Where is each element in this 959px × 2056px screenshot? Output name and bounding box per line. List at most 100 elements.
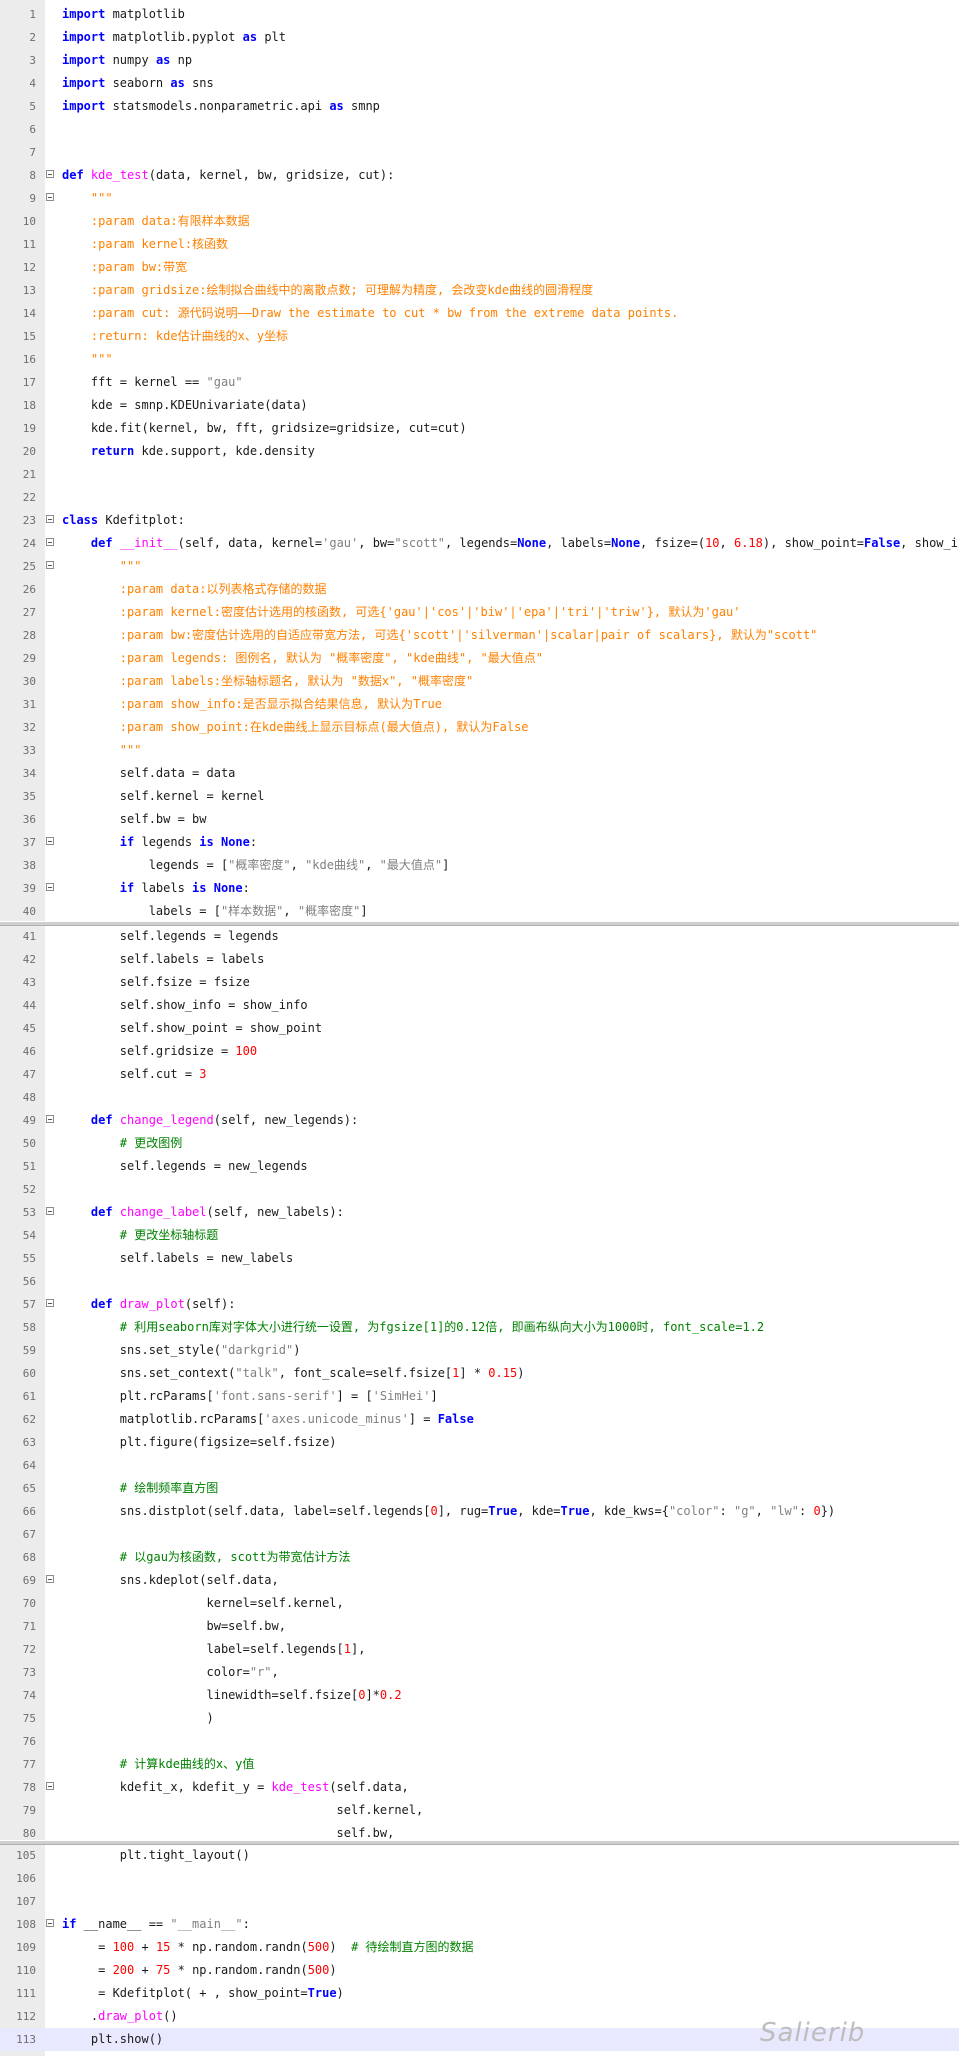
code-line[interactable]: 46 self.gridsize = 100 [0,1040,959,1063]
fold-toggle-icon[interactable] [46,837,54,845]
code-line[interactable]: 32 :param show_point:在kde曲线上显示目标点(最大值点),… [0,716,959,739]
code-line[interactable]: 61 plt.rcParams['font.sans-serif'] = ['S… [0,1385,959,1408]
code-line[interactable]: 40 labels = ["样本数据", "概率密度"] [0,900,959,923]
code-line[interactable]: 67 [0,1523,959,1546]
code-line[interactable]: 69 sns.kdeplot(self.data, [0,1569,959,1592]
code-line[interactable]: 35 self.kernel = kernel [0,785,959,808]
fold-toggle-icon[interactable] [46,515,54,523]
code-line[interactable]: 11 :param kernel:核函数 [0,233,959,256]
code-line[interactable]: 26 :param data:以列表格式存储的数据 [0,578,959,601]
code-line[interactable]: 55 self.labels = new_labels [0,1247,959,1270]
code-line[interactable]: 60 sns.set_context("talk", font_scale=se… [0,1362,959,1385]
code-line[interactable]: 62 matplotlib.rcParams['axes.unicode_min… [0,1408,959,1431]
code-line[interactable]: 21 [0,463,959,486]
code-line[interactable]: 9 """ [0,187,959,210]
code-line[interactable]: 47 self.cut = 3 [0,1063,959,1086]
code-line[interactable]: 29 :param legends: 图例名, 默认为 "概率密度", "kde… [0,647,959,670]
code-line[interactable]: 57 def draw_plot(self): [0,1293,959,1316]
code-line[interactable]: 16 """ [0,348,959,371]
fold-toggle-icon[interactable] [46,193,54,201]
code-line[interactable]: 45 self.show_point = show_point [0,1017,959,1040]
code-line[interactable]: 70 kernel=self.kernel, [0,1592,959,1615]
code-line[interactable]: 58 # 利用seaborn库对字体大小进行统一设置, 为fgsize[1]的0… [0,1316,959,1339]
code-line[interactable]: 34 self.data = data [0,762,959,785]
code-line[interactable]: 63 plt.figure(figsize=self.fsize) [0,1431,959,1454]
code-line[interactable]: 15 :return: kde估计曲线的x、y坐标 [0,325,959,348]
code-line[interactable]: 22 [0,486,959,509]
code-line[interactable]: 19 kde.fit(kernel, bw, fft, gridsize=gri… [0,417,959,440]
code-line[interactable]: 54 # 更改坐标轴标题 [0,1224,959,1247]
code-line[interactable]: 12 :param bw:带宽 [0,256,959,279]
code-line[interactable]: 10 :param data:有限样本数据 [0,210,959,233]
code-line[interactable]: 59 sns.set_style("darkgrid") [0,1339,959,1362]
code-line[interactable]: 3 import numpy as np [0,49,959,72]
code-line[interactable]: 105 plt.tight_layout() [0,1844,959,1867]
code-line[interactable]: 79 self.kernel, [0,1799,959,1822]
code-line[interactable]: 53 def change_label(self, new_labels): [0,1201,959,1224]
code-line[interactable]: 8 def kde_test(data, kernel, bw, gridsize… [0,164,959,187]
code-line[interactable]: 13 :param gridsize:绘制拟合曲线中的离散点数; 可理解为精度,… [0,279,959,302]
code-line[interactable]: 75 ) [0,1707,959,1730]
fold-toggle-icon[interactable] [46,1919,54,1927]
code-line[interactable]: 51 self.legends = new_legends [0,1155,959,1178]
fold-toggle-icon[interactable] [46,1299,54,1307]
code-line[interactable]: 77 # 计算kde曲线的x、y值 [0,1753,959,1776]
fold-toggle-icon[interactable] [46,883,54,891]
code-line[interactable]: 42 self.labels = labels [0,948,959,971]
code-line[interactable]: 74 linewidth=self.fsize[0]*0.2 [0,1684,959,1707]
code-line[interactable]: 72 label=self.legends[1], [0,1638,959,1661]
fold-toggle-icon[interactable] [46,538,54,546]
fold-toggle-icon[interactable] [46,561,54,569]
code-editor[interactable]: 1 import matplotlib 2 import matplotlib.pyp… [0,0,959,2056]
fold-toggle-icon[interactable] [46,1782,54,1790]
code-line[interactable]: 78 kdefit_x, kdefit_y = kde_test(self.da… [0,1776,959,1799]
code-area[interactable]: 1 import matplotlib 2 import matplotlib.pyp… [0,0,959,2056]
code-line[interactable]: 108 if __name__ == "__main__": [0,1913,959,1936]
code-line[interactable]: 25 """ [0,555,959,578]
code-line[interactable]: 56 [0,1270,959,1293]
code-line[interactable]: 73 color="r", [0,1661,959,1684]
code-line[interactable]: 64 [0,1454,959,1477]
code-line[interactable]: 28 :param bw:密度估计选用的自适应带宽方法, 可选{'scott'|… [0,624,959,647]
code-line[interactable]: 30 :param labels:坐标轴标题名, 默认为 "数据x", "概率密… [0,670,959,693]
code-line[interactable]: 6 [0,118,959,141]
code-line[interactable]: 68 # 以gau为核函数, scott为带宽估计方法 [0,1546,959,1569]
code-line[interactable]: 76 [0,1730,959,1753]
fold-toggle-icon[interactable] [46,1207,54,1215]
split-view-divider[interactable] [0,921,959,926]
code-line[interactable]: 27 :param kernel:密度估计选用的核函数, 可选{'gau'|'c… [0,601,959,624]
code-line[interactable]: 41 self.legends = legends [0,925,959,948]
code-line[interactable]: 111 = Kdefitplot( + , show_point=True) [0,1982,959,2005]
code-line[interactable]: 36 self.bw = bw [0,808,959,831]
code-line[interactable]: 24 def __init__(self, data, kernel='gau'… [0,532,959,555]
code-line[interactable]: 33 """ [0,739,959,762]
code-line[interactable]: 2 import matplotlib.pyplot as plt [0,26,959,49]
code-line[interactable]: 66 sns.distplot(self.data, label=self.le… [0,1500,959,1523]
code-line[interactable]: 4 import seaborn as sns [0,72,959,95]
fold-toggle-icon[interactable] [46,1575,54,1583]
code-line[interactable]: 20 return kde.support, kde.density [0,440,959,463]
code-line[interactable]: 5 import statsmodels.nonparametric.api as… [0,95,959,118]
code-line[interactable]: 14 :param cut: 源代码说明——Draw the estimate … [0,302,959,325]
code-line[interactable]: 17 fft = kernel == "gau" [0,371,959,394]
fold-toggle-icon[interactable] [46,1115,54,1123]
split-view-divider[interactable] [0,1840,959,1845]
code-line[interactable]: 7 [0,141,959,164]
code-line[interactable]: 23 class Kdefitplot: [0,509,959,532]
code-line[interactable]: 31 :param show_info:是否显示拟合结果信息, 默认为True [0,693,959,716]
code-line[interactable]: 39 if labels is None: [0,877,959,900]
code-line[interactable]: 71 bw=self.bw, [0,1615,959,1638]
code-line[interactable]: 52 [0,1178,959,1201]
code-line[interactable]: 37 if legends is None: [0,831,959,854]
code-line[interactable]: 107 [0,1890,959,1913]
code-line[interactable]: 109 = 100 + 15 * np.random.randn(500) # … [0,1936,959,1959]
code-line[interactable]: 38 legends = ["概率密度", "kde曲线", "最大值点"] [0,854,959,877]
code-line[interactable]: 43 self.fsize = fsize [0,971,959,994]
code-line[interactable]: 48 [0,1086,959,1109]
code-line[interactable]: 1 import matplotlib [0,3,959,26]
code-line[interactable]: 50 # 更改图例 [0,1132,959,1155]
code-line[interactable]: 65 # 绘制频率直方图 [0,1477,959,1500]
code-line[interactable]: 44 self.show_info = show_info [0,994,959,1017]
code-line[interactable]: 49 def change_legend(self, new_legends): [0,1109,959,1132]
code-line[interactable]: 18 kde = smnp.KDEUnivariate(data) [0,394,959,417]
